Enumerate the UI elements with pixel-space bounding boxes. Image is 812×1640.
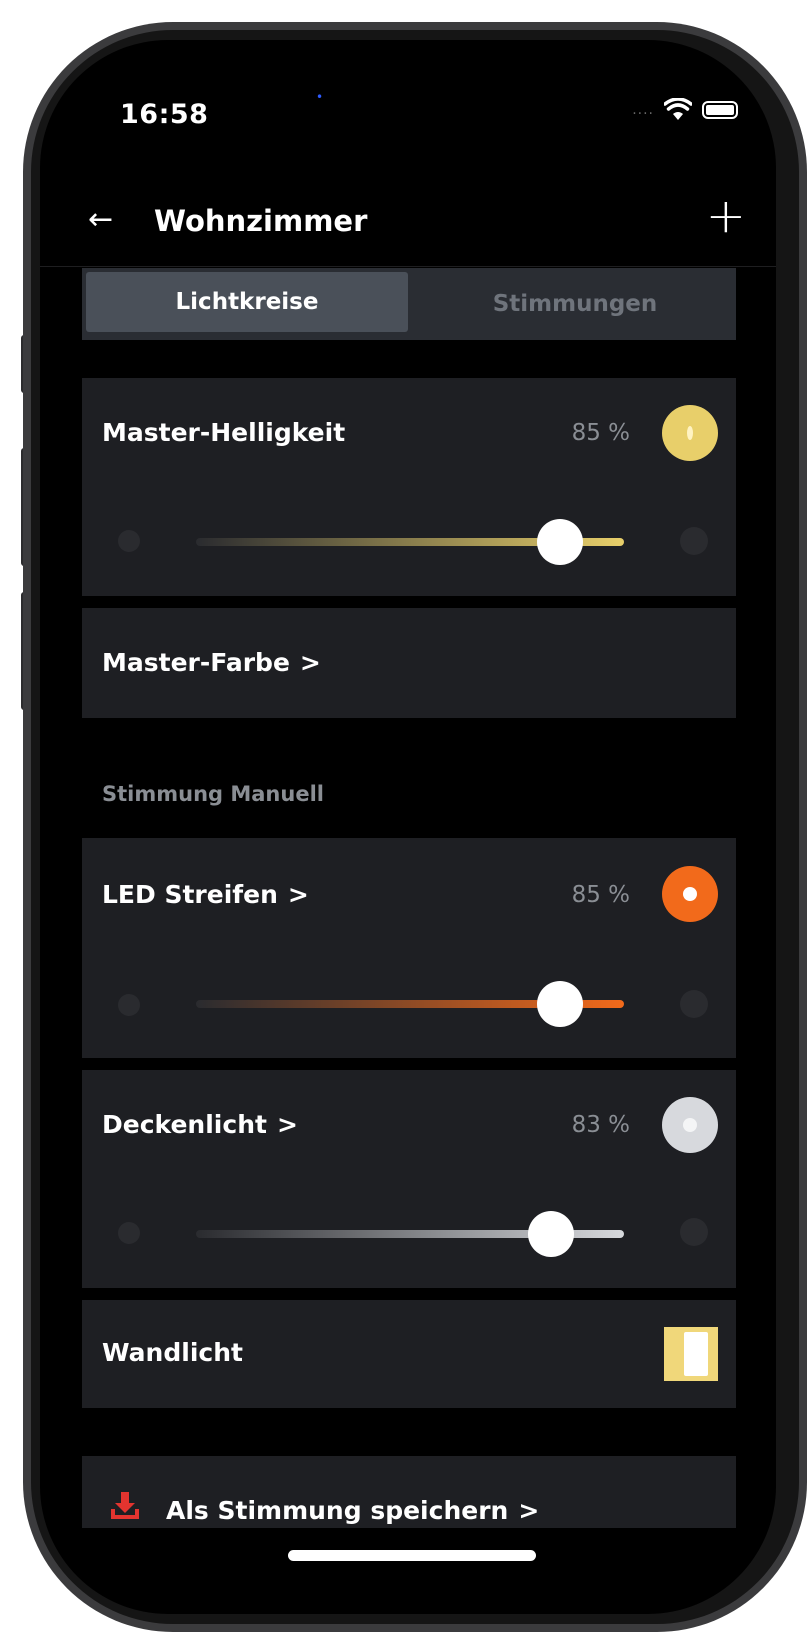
dim-sun-icon [118, 994, 140, 1016]
deckenlicht-label[interactable]: Deckenlicht > [102, 1110, 298, 1139]
power-indicator-icon [683, 887, 697, 901]
light-card-led-streifen: LED Streifen > 85 % [82, 838, 736, 1058]
save-mood-card[interactable]: Als Stimmung speichern > [82, 1456, 736, 1528]
dim-sun-icon [118, 1222, 140, 1244]
status-icons: .... [632, 98, 738, 122]
light-card-deckenlicht: Deckenlicht > 83 % [82, 1070, 736, 1288]
back-arrow-icon[interactable]: ← [88, 202, 113, 237]
download-save-icon [111, 1492, 139, 1519]
wandlicht-label: Wandlicht [102, 1338, 243, 1367]
switch-knob [684, 1332, 708, 1376]
deckenlicht-slider[interactable] [196, 1211, 624, 1257]
slider-thumb[interactable] [536, 981, 583, 1027]
bright-sun-icon [680, 527, 708, 555]
add-plus-icon[interactable]: + [706, 188, 746, 244]
wifi-icon [664, 98, 692, 120]
master-brightness-card: Master-Helligkeit 85 % [82, 378, 736, 596]
bright-sun-icon [680, 990, 708, 1018]
status-time: 16:58 [120, 99, 209, 130]
page-title: Wohnzimmer [154, 204, 368, 238]
wandlicht-toggle-switch[interactable] [664, 1327, 718, 1381]
cellular-signal-icon: .... [632, 102, 654, 118]
privacy-indicator-icon: • [316, 90, 324, 104]
master-brightness-label: Master-Helligkeit [102, 418, 346, 447]
deckenlicht-value: 83 % [571, 1112, 630, 1138]
chevron-right-icon: > [276, 1110, 298, 1139]
deckenlicht-text: Deckenlicht [102, 1110, 267, 1139]
master-power-button[interactable] [662, 405, 718, 461]
chevron-right-icon: > [518, 1496, 540, 1525]
slider-thumb[interactable] [536, 519, 583, 565]
power-indicator-icon [687, 426, 693, 440]
bright-sun-icon [680, 1218, 708, 1246]
segmented-control: Lichtkreise Stimmungen [82, 268, 736, 340]
led-streifen-label[interactable]: LED Streifen > [102, 880, 309, 909]
led-streifen-power-button[interactable] [662, 866, 718, 922]
dim-sun-icon [118, 530, 140, 552]
master-brightness-slider[interactable] [196, 519, 624, 565]
chevron-right-icon: > [287, 880, 309, 909]
master-color-text: Master-Farbe [102, 648, 290, 677]
slider-thumb[interactable] [528, 1211, 575, 1257]
home-indicator[interactable] [288, 1550, 536, 1561]
nav-divider [40, 266, 776, 267]
light-card-wandlicht: Wandlicht [82, 1300, 736, 1408]
nav-bar: ← Wohnzimmer + [40, 188, 776, 270]
screen: 16:58 • .... ← Wohnzimmer + Lichtkreise … [40, 40, 776, 1614]
master-color-card[interactable]: Master-Farbe > [82, 608, 736, 718]
deckenlicht-power-button[interactable] [662, 1097, 718, 1153]
master-color-label: Master-Farbe > [102, 648, 321, 677]
chevron-right-icon: > [299, 648, 321, 677]
led-streifen-text: LED Streifen [102, 880, 278, 909]
tab-lichtkreise[interactable]: Lichtkreise [86, 272, 408, 332]
section-title: Stimmung Manuell [102, 782, 324, 806]
led-streifen-value: 85 % [571, 882, 630, 908]
save-mood-text: Als Stimmung speichern [166, 1496, 509, 1525]
master-brightness-value: 85 % [571, 420, 630, 446]
power-indicator-icon [683, 1118, 697, 1132]
tab-stimmungen[interactable]: Stimmungen [414, 268, 736, 340]
battery-icon [702, 101, 738, 119]
led-streifen-slider[interactable] [196, 981, 624, 1027]
save-mood-label: Als Stimmung speichern > [166, 1496, 539, 1525]
